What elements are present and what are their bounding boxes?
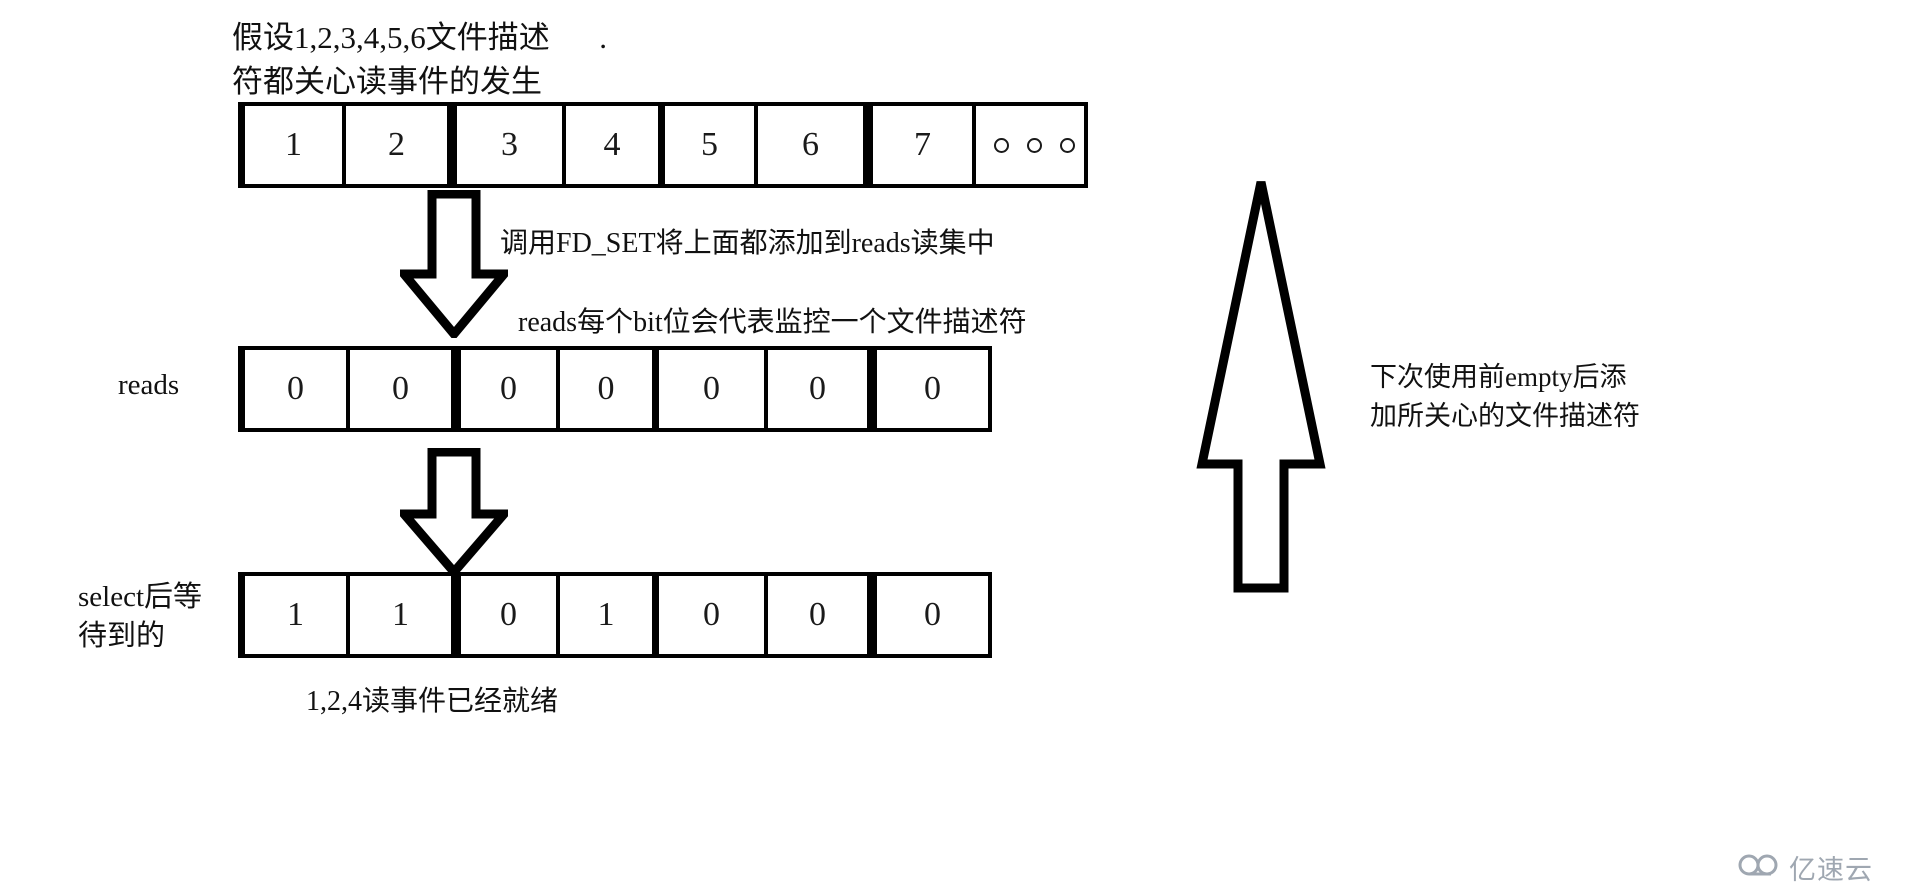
result-row-label-line2: 待到的 bbox=[78, 620, 166, 653]
reads-bit-cell-value: 0 bbox=[392, 370, 409, 407]
reads-bit-meaning-label: reads每个bit位会代表监控一个文件描述符 bbox=[518, 307, 1027, 338]
fd-ellipsis-cell bbox=[972, 102, 1088, 188]
diagram-canvas: 假设1,2,3,4,5,6文件描述 . 符都关心读事件的发生 1 2 3 4 5 6 7 调… bbox=[0, 0, 1914, 892]
watermark-text: 亿速云 bbox=[1789, 855, 1873, 885]
reads-bit-cell: 0 bbox=[652, 346, 768, 432]
result-bit-cell: 0 bbox=[870, 572, 992, 658]
intro-note-line1-text: 假设1,2,3,4,5,6文件描述 bbox=[232, 20, 550, 55]
fd-cell-value: 1 bbox=[285, 126, 302, 163]
fd-cell: 5 bbox=[658, 102, 758, 188]
ellipsis-dot bbox=[1059, 137, 1075, 153]
result-bit-cell: 1 bbox=[556, 572, 656, 658]
fd-cell-value: 5 bbox=[701, 126, 718, 163]
reads-bit-cell: 0 bbox=[454, 346, 560, 432]
ellipsis-dot bbox=[1026, 137, 1042, 153]
reads-bit-cell-value: 0 bbox=[924, 370, 941, 407]
intro-note-line1-dot: . bbox=[599, 20, 607, 55]
result-bit-cell: 0 bbox=[652, 572, 768, 658]
fd-cell-value: 7 bbox=[914, 126, 931, 163]
result-bit-cell-value: 0 bbox=[809, 596, 826, 633]
reads-row: 0 0 0 0 0 0 0 bbox=[238, 346, 992, 432]
result-bit-cell: 0 bbox=[764, 572, 874, 658]
intro-note-line2: 符都关心读事件的发生 bbox=[232, 64, 542, 99]
down-arrow-2 bbox=[400, 448, 508, 576]
result-bit-cell-value: 1 bbox=[287, 596, 304, 633]
reads-row-label: reads bbox=[118, 369, 180, 401]
fd-cell: 1 bbox=[238, 102, 346, 188]
fd-cell-value: 4 bbox=[603, 126, 621, 163]
reads-bit-cell-value: 0 bbox=[500, 370, 517, 407]
reuse-note: 下次使用前empty后添 加所关心的文件描述符 bbox=[1370, 358, 1640, 436]
fd-cell-value: 3 bbox=[501, 126, 518, 163]
fd-cell-value: 6 bbox=[802, 126, 819, 163]
fd-row: 1 2 3 4 5 6 7 bbox=[238, 102, 1088, 188]
reads-bit-cell-value: 0 bbox=[287, 370, 304, 407]
fd-cell-value: 2 bbox=[388, 126, 405, 163]
result-bit-cell-value: 1 bbox=[392, 596, 409, 633]
ellipsis-dot bbox=[993, 137, 1009, 153]
ready-caption: 1,2,4读事件已经就绪 bbox=[306, 686, 559, 717]
reads-bit-cell: 0 bbox=[870, 346, 992, 432]
reads-bit-cell: 0 bbox=[764, 346, 874, 432]
result-bit-cell: 1 bbox=[238, 572, 350, 658]
fd-cell: 3 bbox=[450, 102, 566, 188]
fd-set-call-label: 调用FD_SET将上面都添加到reads读集中 bbox=[500, 228, 995, 259]
reads-bit-cell-value: 0 bbox=[703, 370, 720, 407]
intro-note-line1: 假设1,2,3,4,5,6文件描述 . bbox=[232, 18, 607, 58]
up-arrow bbox=[1196, 176, 1326, 594]
result-row: 1 1 0 1 0 0 0 bbox=[238, 572, 992, 658]
result-bit-cell-value: 0 bbox=[703, 596, 720, 633]
result-row-label: select后等 待到的 bbox=[78, 578, 202, 656]
down-arrow-1 bbox=[400, 190, 508, 338]
reuse-note-line1: 下次使用前empty后添 bbox=[1370, 362, 1627, 392]
result-bit-cell-value: 0 bbox=[924, 596, 941, 633]
result-bit-cell: 1 bbox=[346, 572, 458, 658]
result-bit-cell-value: 0 bbox=[500, 596, 517, 633]
reuse-note-line2: 加所关心的文件描述符 bbox=[1370, 401, 1640, 432]
reads-bit-cell-value: 0 bbox=[809, 370, 826, 407]
result-bit-cell-value: 1 bbox=[597, 596, 615, 633]
fd-cell: 6 bbox=[754, 102, 870, 188]
cloud-icon bbox=[1737, 852, 1783, 883]
fd-cell: 2 bbox=[342, 102, 454, 188]
result-bit-cell: 0 bbox=[454, 572, 560, 658]
reads-bit-cell: 0 bbox=[556, 346, 656, 432]
reads-bit-cell-value: 0 bbox=[597, 370, 615, 407]
fd-cell: 7 bbox=[866, 102, 976, 188]
reads-bit-cell: 0 bbox=[346, 346, 458, 432]
fd-cell: 4 bbox=[562, 102, 662, 188]
reads-bit-cell: 0 bbox=[238, 346, 350, 432]
result-row-label-line1: select后等 bbox=[78, 581, 203, 613]
watermark: 亿速云 bbox=[1737, 848, 1873, 887]
